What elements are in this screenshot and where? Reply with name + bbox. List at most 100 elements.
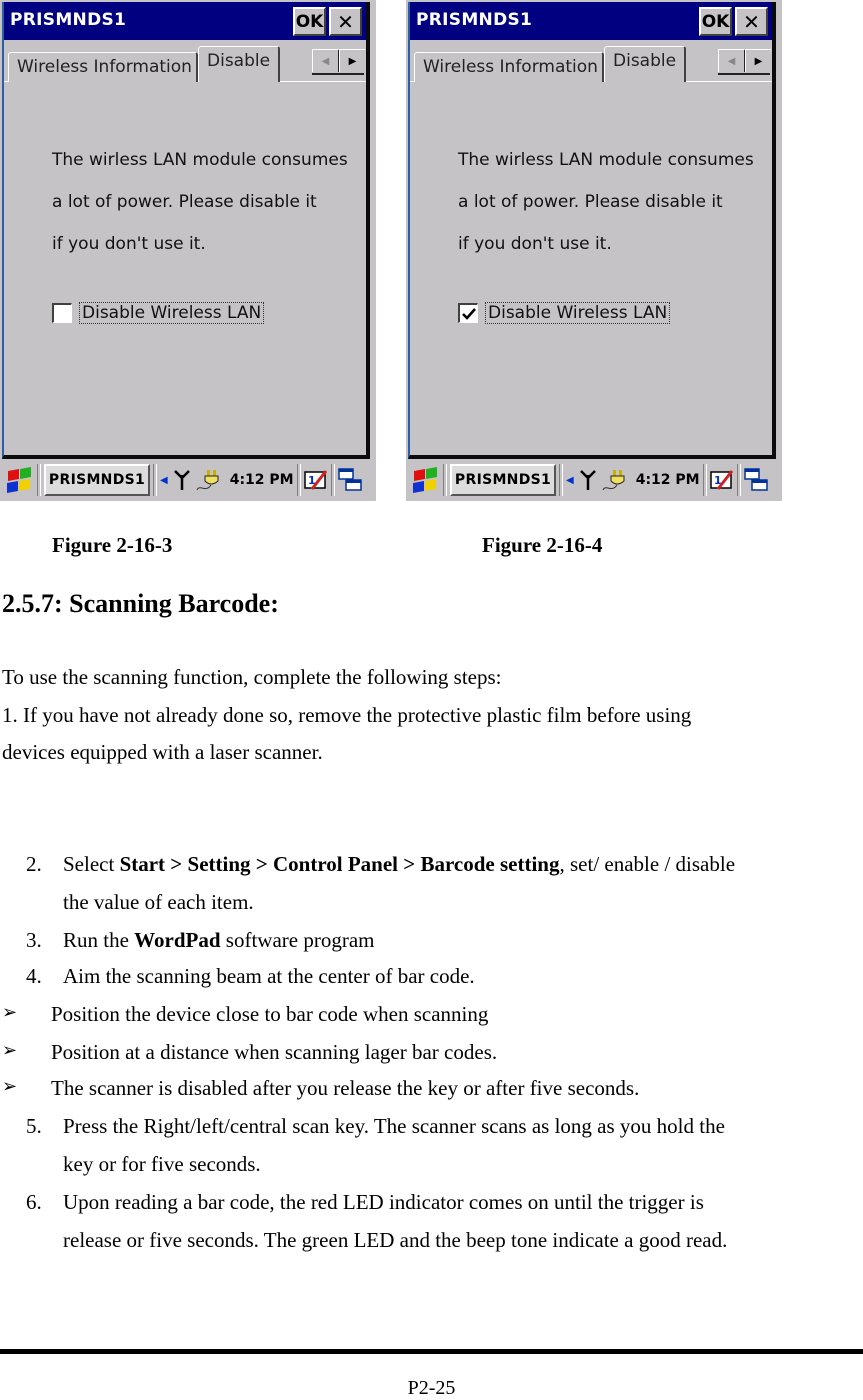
antenna-icon[interactable] <box>172 469 192 491</box>
windows-logo-icon-part <box>7 481 18 493</box>
text: Run the <box>63 928 135 952</box>
bullet-text: The scanner is disabled after you releas… <box>51 1076 640 1100</box>
list-item-continuation: key or for five seconds. <box>63 1152 261 1176</box>
ok-button[interactable]: OK <box>293 7 326 36</box>
windows-logo-icon <box>414 469 425 481</box>
message-line: if you don't use it. <box>52 234 206 254</box>
arrow-bullet-icon: ➢ <box>2 1076 18 1096</box>
text: Select <box>63 852 120 876</box>
start-button[interactable] <box>410 465 440 495</box>
checkmark-icon <box>461 307 476 320</box>
list-text: Run the WordPad software program <box>63 928 374 953</box>
list-text: Press the Right/left/central scan key. T… <box>63 1114 725 1138</box>
message-line: if you don't use it. <box>458 234 612 254</box>
screenshot-figure-2-16-3: PRISMNDS1 OK ✕ Wireless Information Disa… <box>0 0 376 501</box>
windows-logo-icon-part <box>20 467 31 479</box>
taskbar-separator <box>559 464 563 496</box>
checkbox-label[interactable]: Disable Wireless LAN <box>79 302 265 324</box>
figure-caption: Figure 2-16-4 <box>482 533 603 557</box>
close-icon: ✕ <box>337 9 354 34</box>
arrow-bullet-icon: ➢ <box>2 1040 18 1060</box>
arrow-right-icon: ▶ <box>754 55 763 67</box>
tray-expand-icon[interactable]: ◀ <box>160 475 168 486</box>
page-number: P2-25 <box>407 1377 456 1399</box>
list-item-continuation: release or five seconds. The green LED a… <box>63 1228 728 1252</box>
dialog-window: PRISMNDS1 OK ✕ Wireless Information Disa… <box>2 2 370 459</box>
tab-strip: Wireless Information Disable ◀ ▶ <box>4 40 366 82</box>
system-tray: ◀ 4:12 PM <box>566 468 700 492</box>
tab-scroll-right-button[interactable]: ▶ <box>339 49 365 72</box>
arrow-bullet-icon: ➢ <box>2 1002 18 1022</box>
section-heading: 2.5.7: Scanning Barcode: <box>2 589 279 618</box>
windows-logo-icon-part <box>426 467 437 479</box>
taskbar-separator <box>443 464 447 496</box>
antenna-icon[interactable] <box>578 469 598 491</box>
power-plug-icon[interactable] <box>602 468 628 492</box>
taskbar-separator <box>153 464 157 496</box>
tab-disable[interactable]: Disable <box>198 46 280 82</box>
list-number: 5. <box>26 1114 42 1138</box>
taskbar-separator <box>736 464 741 496</box>
tab-wireless-information[interactable]: Wireless Information <box>414 52 604 82</box>
windows-logo-icon-part <box>19 479 30 491</box>
step-1-line: 1. If you have not already done so, remo… <box>2 703 692 727</box>
list-number: 6. <box>26 1190 42 1214</box>
close-icon: ✕ <box>743 9 760 34</box>
ok-button[interactable]: OK <box>699 7 732 36</box>
desktop-windows-icon[interactable] <box>337 468 362 492</box>
list-number: 3. <box>26 928 42 952</box>
text: , set/ enable / disable <box>559 852 736 876</box>
clock[interactable]: 4:12 PM <box>636 472 700 488</box>
tray-expand-icon[interactable]: ◀ <box>566 475 574 486</box>
arrow-right-icon: ▶ <box>348 55 357 67</box>
list-text: Select Start > Setting > Control Panel >… <box>63 852 735 877</box>
message-line: The wirless LAN module consumes <box>458 150 754 170</box>
title-bar: PRISMNDS1 OK ✕ <box>410 2 772 40</box>
program-name: WordPad <box>134 928 221 952</box>
close-button[interactable]: ✕ <box>329 7 362 36</box>
tab-scroll-left-button[interactable]: ◀ <box>718 49 746 72</box>
tab-scroll-right-button[interactable]: ▶ <box>745 49 771 72</box>
close-button[interactable]: ✕ <box>735 7 768 36</box>
text: software program <box>220 928 375 952</box>
taskbar-separator <box>296 464 301 496</box>
power-plug-icon[interactable] <box>196 468 222 492</box>
input-panel-icon[interactable]: 1 <box>303 469 328 491</box>
message-line: a lot of power. Please disable it <box>458 192 723 212</box>
start-button[interactable] <box>4 465 34 495</box>
list-item-continuation: the value of each item. <box>63 890 254 914</box>
arrow-left-icon: ◀ <box>727 55 736 67</box>
dialog-window: PRISMNDS1 OK ✕ Wireless Information Disa… <box>408 2 776 459</box>
taskbar-app-button[interactable]: PRISMNDS1 <box>450 464 556 496</box>
tab-scroll-buttons: ◀ ▶ <box>718 49 771 75</box>
tab-disable[interactable]: Disable <box>604 46 686 82</box>
input-panel-icon[interactable]: 1 <box>709 469 734 491</box>
list-text: Upon reading a bar code, the red LED ind… <box>63 1190 704 1214</box>
windows-logo-icon <box>8 469 19 481</box>
window-title: PRISMNDS1 <box>416 10 533 30</box>
system-tray: ◀ 4:12 PM <box>160 468 294 492</box>
tab-scroll-left-button[interactable]: ◀ <box>312 49 340 72</box>
windows-logo-icon-part <box>425 479 436 491</box>
message-line: The wirless LAN module consumes <box>52 150 348 170</box>
disable-wireless-lan-row: Disable Wireless LAN <box>458 302 671 324</box>
taskbar: PRISMNDS1 ◀ 4:12 PM 1 <box>406 459 782 501</box>
list-number: 4. <box>26 964 42 988</box>
taskbar-separator <box>330 464 335 496</box>
taskbar-app-button[interactable]: PRISMNDS1 <box>44 464 150 496</box>
tab-scroll-buttons: ◀ ▶ <box>312 49 365 75</box>
figure-caption: Figure 2-16-3 <box>52 533 173 557</box>
windows-logo-icon-part <box>413 481 424 493</box>
checkbox-label[interactable]: Disable Wireless LAN <box>485 302 671 324</box>
bullet-text: Position the device close to bar code wh… <box>51 1002 489 1026</box>
screenshot-figure-2-16-4: PRISMNDS1 OK ✕ Wireless Information Disa… <box>406 0 782 501</box>
desktop-windows-icon[interactable] <box>743 468 768 492</box>
message-line: a lot of power. Please disable it <box>52 192 317 212</box>
disable-wireless-lan-checkbox[interactable] <box>458 303 478 323</box>
disable-wireless-lan-checkbox[interactable] <box>52 303 72 323</box>
taskbar: PRISMNDS1 ◀ 4:12 PM 1 <box>0 459 376 501</box>
clock[interactable]: 4:12 PM <box>230 472 294 488</box>
tab-wireless-information[interactable]: Wireless Information <box>8 52 198 82</box>
window-title: PRISMNDS1 <box>10 10 127 30</box>
list-text: Aim the scanning beam at the center of b… <box>63 964 475 988</box>
